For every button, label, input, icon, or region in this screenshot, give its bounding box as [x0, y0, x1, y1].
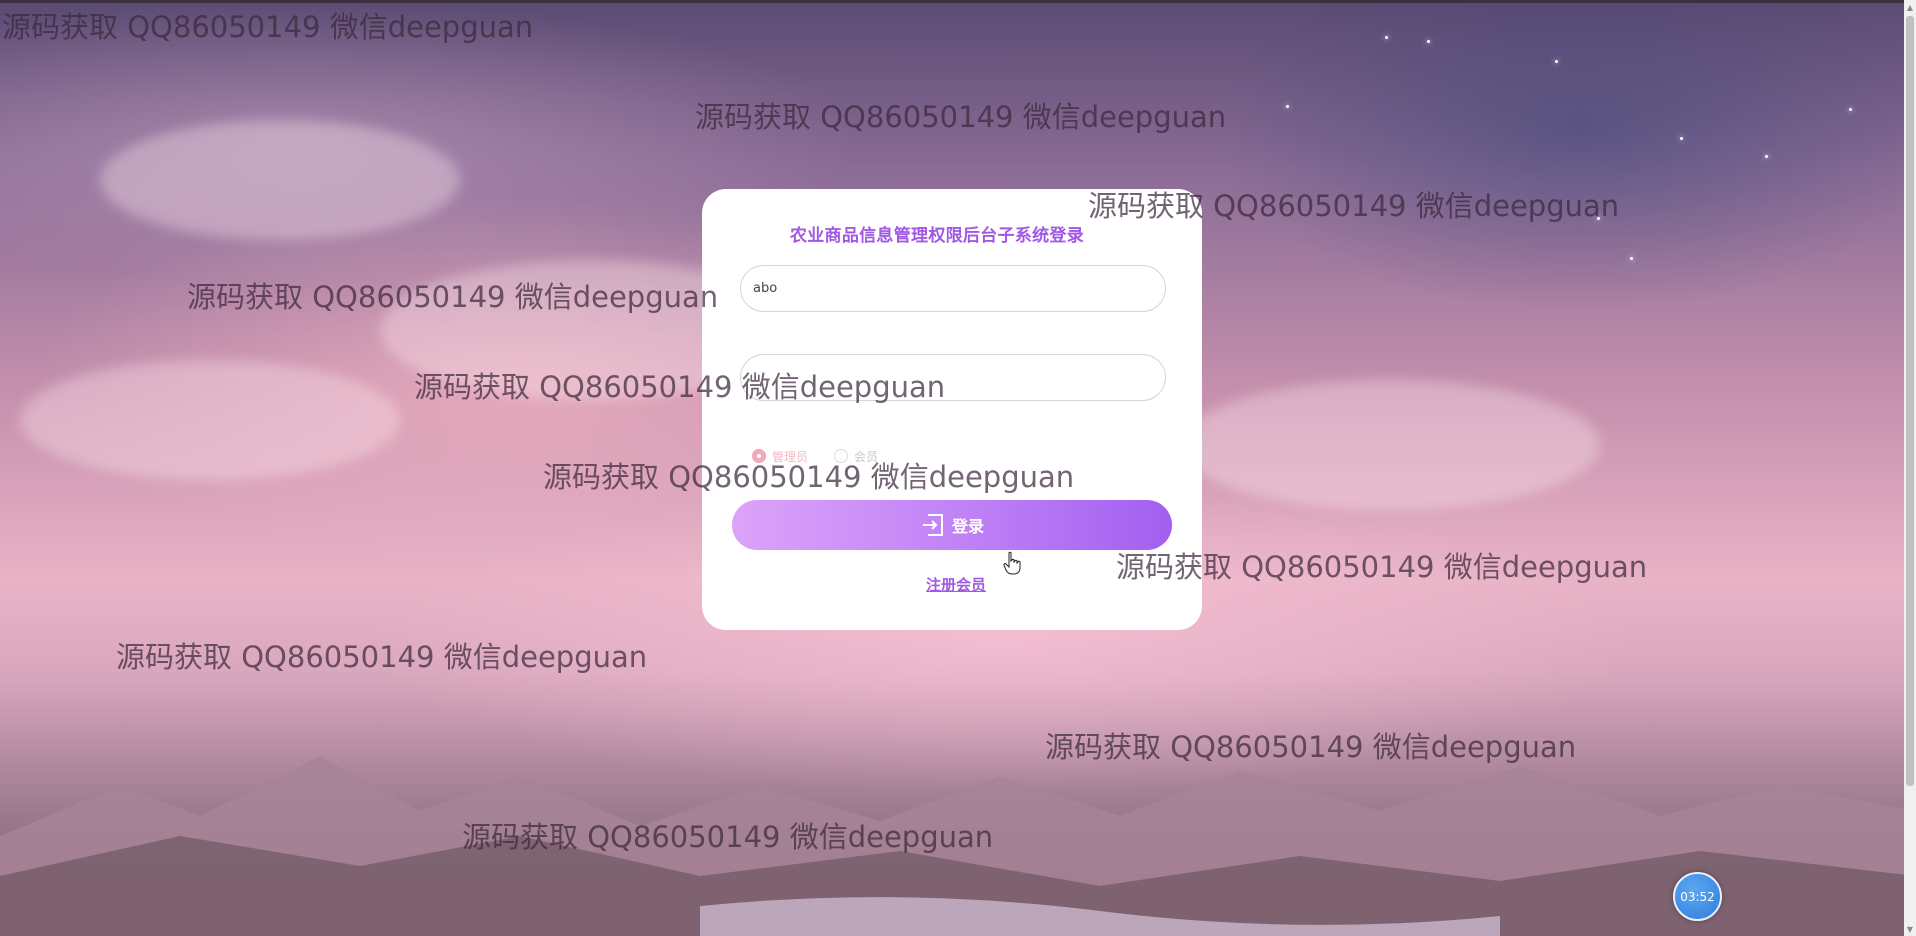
window-top-border — [0, 0, 1916, 3]
pointer-cursor-icon — [1003, 551, 1021, 575]
role-radio-group: 管理员 会员 — [752, 446, 878, 466]
watermark-text: 源码获取 QQ86050149 微信deepguan — [2, 10, 534, 44]
background-cloud — [100, 120, 460, 240]
password-input[interactable] — [740, 354, 1166, 401]
scroll-up-arrow-icon[interactable]: ▲ — [1904, 0, 1916, 14]
watermark-text: 源码获取 QQ86050149 微信deepguan — [116, 640, 648, 674]
role-member-option[interactable]: 会员 — [834, 448, 878, 465]
username-input[interactable] — [740, 265, 1166, 312]
role-admin-option[interactable]: 管理员 — [752, 448, 808, 465]
login-enter-icon — [922, 514, 943, 536]
login-button-label: 登录 — [951, 517, 984, 536]
role-member-label: 会员 — [854, 449, 879, 464]
login-card: 农业商品信息管理权限后台子系统登录 管理员 会员 登录 注册会员 — [702, 189, 1202, 630]
role-admin-label: 管理员 — [772, 449, 809, 464]
watermark-text: 源码获取 QQ86050149 微信deepguan — [695, 100, 1227, 134]
background-mountains — [0, 756, 1916, 936]
background-cloud — [1180, 380, 1600, 510]
scroll-down-arrow-icon[interactable]: ▼ — [1904, 922, 1916, 936]
register-member-link[interactable]: 注册会员 — [702, 574, 1210, 595]
radio-admin[interactable] — [752, 449, 766, 463]
background-cloud — [20, 360, 400, 480]
vertical-scrollbar[interactable]: ▲ ▼ — [1904, 0, 1916, 936]
login-button[interactable]: 登录 — [732, 500, 1172, 550]
floating-clock-badge[interactable]: 03:52 — [1673, 872, 1722, 921]
login-title: 农业商品信息管理权限后台子系统登录 — [789, 226, 1085, 246]
radio-member[interactable] — [834, 449, 849, 463]
scrollbar-thumb[interactable] — [1906, 16, 1914, 786]
